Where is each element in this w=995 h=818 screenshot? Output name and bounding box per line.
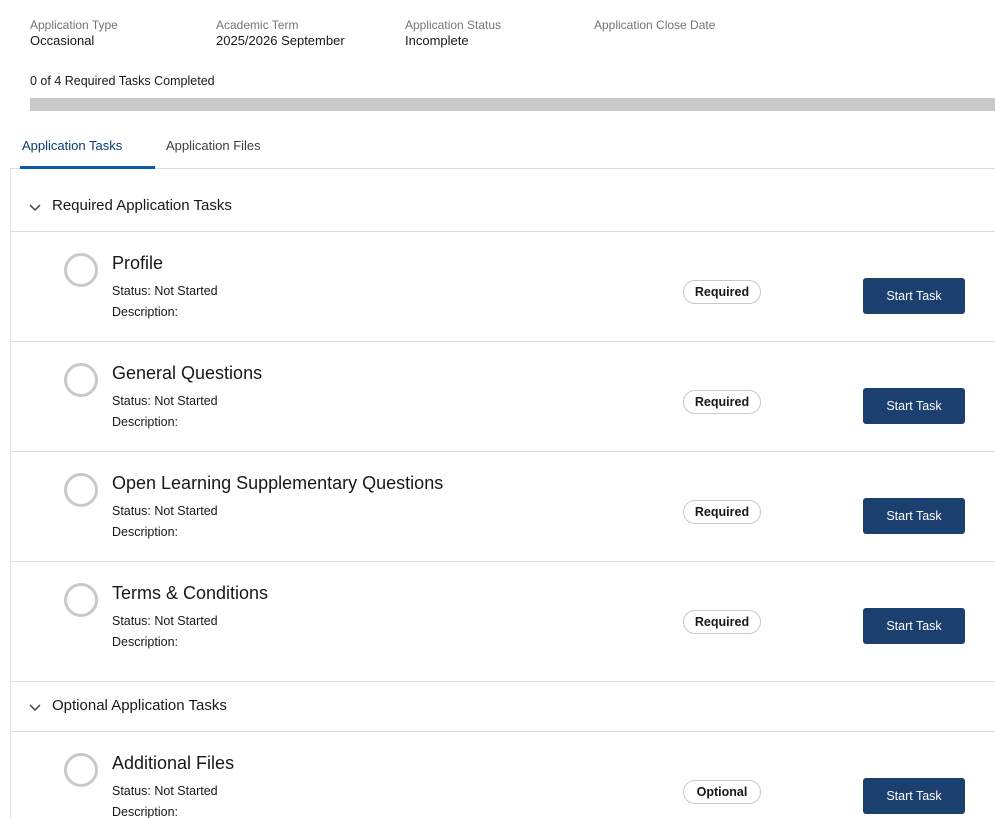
section-title: Required Application Tasks xyxy=(52,197,232,214)
application-status-value: Incomplete xyxy=(405,33,469,48)
application-type-value: Occasional xyxy=(30,33,95,48)
task-badge: Required xyxy=(683,390,761,414)
task-status-circle-icon xyxy=(64,583,98,617)
task-name: Terms & Conditions xyxy=(112,583,269,603)
start-task-button[interactable]: Start Task xyxy=(863,498,965,534)
application-close-date-label: Application Close Date xyxy=(594,18,716,32)
start-task-button[interactable]: Start Task xyxy=(863,278,965,314)
academic-term-field: Academic Term 2025/2026 September xyxy=(216,17,345,49)
section-title: Optional Application Tasks xyxy=(52,697,227,714)
task-row: Additional Files Status: Not Started Des… xyxy=(11,732,995,818)
task-status: Status: Not Started xyxy=(112,504,218,518)
application-status-field: Application Status Incomplete xyxy=(405,17,501,49)
task-badge: Required xyxy=(683,610,761,634)
task-name: General Questions xyxy=(112,363,263,383)
task-description: Description: xyxy=(112,635,178,649)
tab-bar: Application Tasks Application Files xyxy=(10,128,995,169)
chevron-down-icon xyxy=(29,704,41,712)
start-task-button[interactable]: Start Task xyxy=(863,388,965,424)
task-status: Status: Not Started xyxy=(112,284,218,298)
task-row: Profile Status: Not Started Description:… xyxy=(11,232,995,342)
section-header-optional[interactable]: Optional Application Tasks xyxy=(11,682,995,732)
start-task-button[interactable]: Start Task xyxy=(863,608,965,644)
task-status-circle-icon xyxy=(64,473,98,507)
task-badge: Required xyxy=(683,500,761,524)
tab-application-tasks[interactable]: Application Tasks xyxy=(22,138,122,153)
task-badge: Optional xyxy=(683,780,761,804)
academic-term-label: Academic Term xyxy=(216,18,299,32)
progress-text: 0 of 4 Required Tasks Completed xyxy=(30,74,215,88)
task-status-circle-icon xyxy=(64,253,98,287)
application-type-field: Application Type Occasional xyxy=(30,17,118,49)
task-description: Description: xyxy=(112,525,178,539)
task-status: Status: Not Started xyxy=(112,394,218,408)
active-tab-indicator xyxy=(20,166,155,169)
academic-term-value: 2025/2026 September xyxy=(216,33,345,48)
task-badge: Required xyxy=(683,280,761,304)
start-task-button[interactable]: Start Task xyxy=(863,778,965,814)
chevron-down-icon xyxy=(29,204,41,212)
application-close-date-field: Application Close Date xyxy=(594,17,715,33)
progress-bar xyxy=(30,98,995,111)
tab-application-files[interactable]: Application Files xyxy=(166,138,261,153)
task-status: Status: Not Started xyxy=(112,784,218,798)
task-name: Open Learning Supplementary Questions xyxy=(112,473,444,493)
task-description: Description: xyxy=(112,415,178,429)
task-name: Profile xyxy=(112,253,164,273)
section-header-required[interactable]: Required Application Tasks xyxy=(11,182,995,232)
application-status-label: Application Status xyxy=(405,18,502,32)
task-status: Status: Not Started xyxy=(112,614,218,628)
task-description: Description: xyxy=(112,305,178,319)
task-status-circle-icon xyxy=(64,363,98,397)
task-status-circle-icon xyxy=(64,753,98,787)
task-name: Additional Files xyxy=(112,753,235,773)
task-description: Description: xyxy=(112,805,178,818)
application-type-label: Application Type xyxy=(30,18,118,32)
task-row: General Questions Status: Not Started De… xyxy=(11,342,995,452)
task-row: Open Learning Supplementary Questions St… xyxy=(11,452,995,562)
task-row: Terms & Conditions Status: Not Started D… xyxy=(11,562,995,682)
